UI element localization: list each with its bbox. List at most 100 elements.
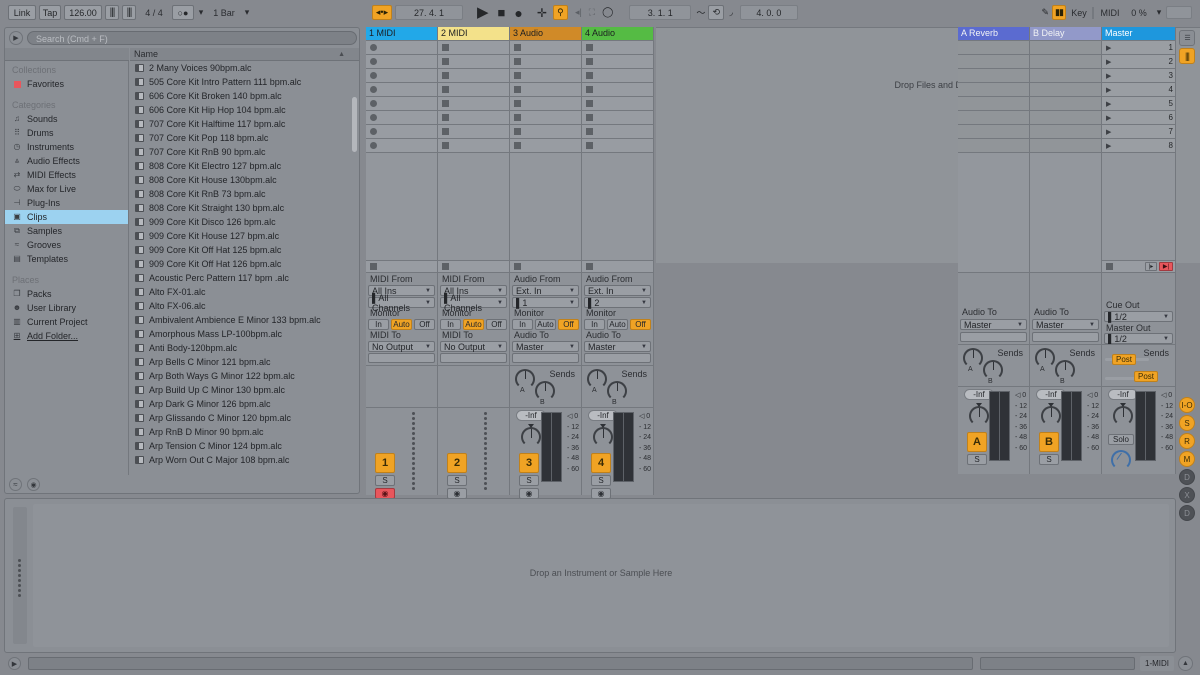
monitor-auto-button[interactable]: Auto bbox=[391, 319, 412, 330]
io-to-select[interactable]: Master ▼ bbox=[512, 341, 579, 352]
track-name[interactable]: 4 Audio bbox=[582, 27, 654, 40]
monitor-off-button[interactable]: Off bbox=[630, 319, 651, 330]
file-row[interactable]: Amorphous Mass LP-100bpm.alc bbox=[130, 327, 359, 341]
clip-stop-button[interactable] bbox=[370, 128, 377, 135]
clip-slot[interactable] bbox=[582, 54, 654, 68]
groove-pool-icon[interactable]: ≈ bbox=[9, 478, 22, 491]
file-row[interactable]: 909 Core Kit House 127 bpm.alc bbox=[130, 229, 359, 243]
return-track-name[interactable]: B Delay bbox=[1030, 27, 1102, 40]
preview-playback-icon[interactable]: ▶| bbox=[1159, 262, 1173, 271]
file-row[interactable]: Arp Glissando C Minor 120 bpm.alc bbox=[130, 411, 359, 425]
clip-stop-button[interactable] bbox=[442, 58, 449, 65]
track-activator[interactable]: 4 bbox=[591, 453, 611, 473]
fader-track[interactable] bbox=[412, 412, 415, 490]
send-knob[interactable]: B bbox=[1054, 359, 1078, 385]
solo-button[interactable]: S bbox=[519, 475, 539, 486]
clip-slot[interactable] bbox=[366, 110, 438, 124]
return-activator[interactable]: A bbox=[967, 432, 987, 452]
file-row[interactable]: 606 Core Kit Hip Hop 104 bpm.alc bbox=[130, 103, 359, 117]
follow-icon[interactable]: ◂•▸ bbox=[372, 5, 392, 20]
scene-launch-icon[interactable]: ▶ bbox=[1106, 58, 1111, 66]
sidebar-item-packs[interactable]: ❐ Packs bbox=[5, 287, 128, 301]
track-name[interactable]: 2 MIDI bbox=[438, 27, 510, 40]
clip-stop-button[interactable] bbox=[442, 128, 449, 135]
clip-stop-button[interactable] bbox=[442, 114, 449, 121]
send-b-prepost-button[interactable]: Post bbox=[1134, 371, 1159, 382]
clip-slot[interactable] bbox=[582, 40, 654, 54]
clip-slot[interactable] bbox=[582, 82, 654, 96]
mixer-button[interactable]: M bbox=[1179, 451, 1195, 467]
loop-switch-icon[interactable]: ⟲ bbox=[708, 5, 725, 20]
clip-slot[interactable] bbox=[366, 82, 438, 96]
sidebar-item-sounds[interactable]: ♫ Sounds bbox=[5, 112, 128, 126]
scene-row[interactable]: ▶ 5 bbox=[1102, 96, 1176, 110]
tap-tempo-button[interactable]: Tap bbox=[39, 5, 61, 20]
file-row[interactable]: 909 Core Kit Off Hat 126 bpm.alc bbox=[130, 257, 359, 271]
volume-value[interactable]: -Inf bbox=[1108, 389, 1138, 400]
scene-launch-icon[interactable]: ▶ bbox=[1106, 128, 1111, 136]
clip-slot[interactable] bbox=[510, 96, 582, 110]
clip-slot[interactable] bbox=[582, 96, 654, 110]
file-row[interactable]: Arp Tension C Minor 124 bpm.alc bbox=[130, 439, 359, 453]
stop-all-clips-button[interactable] bbox=[1106, 263, 1113, 270]
track-stop-row[interactable] bbox=[366, 260, 438, 272]
io-sub-select[interactable] bbox=[512, 353, 579, 363]
file-row[interactable]: Arp Both Ways G Minor 122 bpm.alc bbox=[130, 369, 359, 383]
sidebar-item-midi-effects[interactable]: ⇄ MIDI Effects bbox=[5, 168, 128, 182]
arrangement-record-plus-icon[interactable]: ✛ bbox=[537, 7, 547, 19]
sidebar-item-drums[interactable]: ⠿ Drums bbox=[5, 126, 128, 140]
master-solo-button[interactable]: Solo bbox=[1108, 434, 1134, 445]
track-stop-button[interactable] bbox=[514, 263, 521, 270]
scene-row[interactable]: ▶ 2 bbox=[1102, 54, 1176, 68]
send-knob[interactable]: B bbox=[982, 359, 1006, 385]
track-stop-row[interactable] bbox=[582, 260, 654, 272]
status-play-icon[interactable]: ▶ bbox=[8, 657, 21, 670]
io-to-select[interactable]: Master ▼ bbox=[584, 341, 651, 352]
sort-ascending-icon[interactable]: ▲ bbox=[338, 51, 345, 58]
scene-launch-icon[interactable]: ▶ bbox=[1106, 100, 1111, 108]
clip-slot[interactable] bbox=[438, 54, 510, 68]
clip-stop-button[interactable] bbox=[514, 100, 521, 107]
search-input[interactable]: Search (Cmd + F) bbox=[27, 31, 357, 45]
clip-slot[interactable] bbox=[510, 54, 582, 68]
clip-stop-button[interactable] bbox=[370, 142, 377, 149]
io-to-select[interactable]: No Output ▼ bbox=[368, 341, 435, 352]
scene-row[interactable]: ▶ 6 bbox=[1102, 110, 1176, 124]
clip-slot[interactable] bbox=[582, 138, 654, 152]
clip-stop-button[interactable] bbox=[514, 58, 521, 65]
scene-launch-icon[interactable]: ▶ bbox=[1106, 86, 1111, 94]
clip-slot[interactable] bbox=[366, 40, 438, 54]
play-icon[interactable]: ▶ bbox=[477, 5, 489, 20]
clip-slot[interactable] bbox=[510, 138, 582, 152]
clip-stop-button[interactable] bbox=[514, 86, 521, 93]
scene-launch-icon[interactable]: ▶ bbox=[1106, 142, 1111, 150]
file-row[interactable]: 909 Core Kit Disco 126 bpm.alc bbox=[130, 215, 359, 229]
clip-stop-button[interactable] bbox=[370, 72, 377, 79]
clip-stop-button[interactable] bbox=[442, 44, 449, 51]
track-activator[interactable]: 3 bbox=[519, 453, 539, 473]
sidebar-item-templates[interactable]: ▤ Templates bbox=[5, 252, 128, 266]
file-row[interactable]: 808 Core Kit House 130bpm.alc bbox=[130, 173, 359, 187]
clip-stop-button[interactable] bbox=[370, 114, 377, 121]
monitor-in-button[interactable]: In bbox=[512, 319, 533, 330]
punch-out-icon[interactable]: ◞ bbox=[729, 7, 733, 18]
file-row[interactable]: 909 Core Kit Off Hat 125 bpm.alc bbox=[130, 243, 359, 257]
track-stop-button[interactable] bbox=[370, 263, 377, 270]
file-row[interactable]: Ambivalent Ambience E Minor 133 bpm.alc bbox=[130, 313, 359, 327]
clip-stop-button[interactable] bbox=[442, 142, 449, 149]
sidebar-item-grooves[interactable]: ≈ Grooves bbox=[5, 238, 128, 252]
sidebar-item-instruments[interactable]: ◷ Instruments bbox=[5, 140, 128, 154]
sidebar-item-favorites[interactable]: Favorites bbox=[5, 77, 128, 91]
session-view-icon[interactable]: ▮▮ bbox=[1052, 5, 1066, 20]
metronome-icon[interactable]: ||| bbox=[105, 5, 119, 20]
fader-track[interactable] bbox=[484, 412, 487, 490]
link-button[interactable]: Link bbox=[8, 5, 36, 20]
expand-detail-icon[interactable]: ▲ bbox=[1178, 656, 1193, 671]
pan-knob[interactable] bbox=[1112, 403, 1136, 427]
return-activator[interactable]: B bbox=[1039, 432, 1059, 452]
file-row[interactable]: Alto FX-01.alc bbox=[130, 285, 359, 299]
monitor-auto-button[interactable]: Auto bbox=[607, 319, 628, 330]
track-activator[interactable]: 1 bbox=[375, 453, 395, 473]
io-from-select[interactable]: Ext. In ▼ bbox=[512, 285, 579, 296]
monitor-in-button[interactable]: In bbox=[440, 319, 461, 330]
